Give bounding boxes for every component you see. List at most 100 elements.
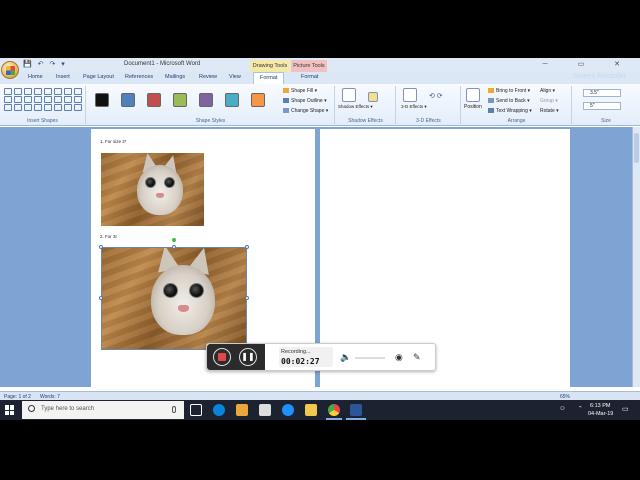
- shape-fill-button[interactable]: Shape Fill ▾: [283, 88, 317, 94]
- people-icon[interactable]: ⚇: [560, 406, 565, 412]
- bring-to-front-button[interactable]: Bring to Front ▾: [488, 88, 530, 94]
- tab-insert[interactable]: Insert: [56, 74, 70, 80]
- tab-page-layout[interactable]: Page Layout: [83, 74, 114, 80]
- page-count[interactable]: Page: 1 of 2: [4, 394, 31, 400]
- shadow-effects-icon[interactable]: [342, 88, 356, 102]
- tab-references[interactable]: References: [125, 74, 153, 80]
- office-logo-icon: [6, 66, 15, 75]
- stop-record-button[interactable]: [213, 348, 231, 366]
- shape-outline-button[interactable]: Shape Outline ▾: [283, 98, 327, 104]
- width-spinner[interactable]: 5": [583, 102, 621, 110]
- style-swatch-3[interactable]: [147, 93, 161, 107]
- tray-chevron-icon[interactable]: ⌃: [578, 406, 583, 412]
- size-group: 3.5" 5" Size: [573, 86, 639, 124]
- resize-handle-w[interactable]: [99, 296, 103, 300]
- edge-icon[interactable]: [213, 404, 225, 416]
- send-to-back-button[interactable]: Send to Back ▾: [488, 98, 530, 104]
- pause-record-button[interactable]: ❚❚: [239, 348, 257, 366]
- task-view-icon[interactable]: [190, 404, 202, 416]
- title-bar: 💾 ↶ ↷ ▾ Document1 - Microsoft Word Drawi…: [0, 58, 640, 72]
- quick-access-toolbar[interactable]: 💾 ↶ ↷ ▾: [23, 60, 67, 68]
- arrange-label: Arrange: [507, 118, 526, 124]
- style-swatch-6[interactable]: [225, 93, 239, 107]
- arrange-group: Position Bring to Front ▾ Send to Back ▾…: [462, 86, 572, 124]
- style-swatch-5[interactable]: [199, 93, 213, 107]
- change-shape-button[interactable]: Change Shape ▾: [283, 108, 328, 114]
- cat-image-small[interactable]: [101, 153, 204, 226]
- resize-handle-ne[interactable]: [245, 245, 249, 249]
- search-icon: [28, 405, 35, 412]
- three-d-effects-button[interactable]: 3-D Effects ▾: [401, 104, 427, 110]
- picture-tools-context: Picture Tools: [291, 60, 327, 72]
- tab-review[interactable]: Review: [199, 74, 217, 80]
- recorder-controls: ❚❚: [207, 344, 265, 370]
- resize-handle-nw[interactable]: [99, 245, 103, 249]
- word-count[interactable]: Words: 7: [40, 394, 60, 400]
- ribbon: Insert Shapes Shape Fill ▾ Shape Outline…: [0, 84, 640, 126]
- selection-frame: [101, 247, 247, 350]
- rotate-button[interactable]: Rotate ▾: [540, 108, 559, 114]
- volume-icon[interactable]: 🔈: [340, 352, 351, 363]
- microphone-icon[interactable]: [172, 406, 176, 413]
- style-swatch-1[interactable]: [95, 93, 109, 107]
- bring-front-icon: [488, 88, 494, 94]
- screen-recorder-widget: ❚❚ Recording... 00:02:27 🔈 ◉ ✎: [206, 343, 436, 371]
- tab-format-picture[interactable]: Format: [301, 74, 318, 80]
- office-button[interactable]: [1, 61, 19, 79]
- windows-taskbar: Type here to search ⚇ ⌃ 6:13 PM 04-Mar-1…: [0, 400, 640, 420]
- drawing-tools-context: Drawing Tools: [250, 60, 290, 72]
- align-button[interactable]: Align ▾: [540, 88, 555, 94]
- three-d-effects-icon[interactable]: [403, 88, 417, 102]
- tilt-arrows-icon[interactable]: ⟲ ⟳: [429, 92, 443, 100]
- three-d-effects-label: 3-D Effects: [416, 118, 441, 124]
- send-back-icon: [488, 98, 494, 104]
- notification-icon[interactable]: ▭: [622, 405, 629, 413]
- resize-handle-e[interactable]: [245, 296, 249, 300]
- zoom-level[interactable]: 65%: [560, 394, 570, 400]
- taskbar-search[interactable]: Type here to search: [22, 401, 184, 419]
- tab-format-drawing[interactable]: Format: [253, 72, 285, 84]
- style-swatch-7[interactable]: [251, 93, 265, 107]
- mail-icon[interactable]: [259, 404, 271, 416]
- style-swatch-2[interactable]: [121, 93, 135, 107]
- position-icon[interactable]: [466, 88, 480, 102]
- file-explorer-icon[interactable]: [305, 404, 317, 416]
- store-icon[interactable]: [236, 404, 248, 416]
- text-wrapping-button[interactable]: Text Wrapping ▾: [488, 108, 532, 114]
- pen-annotate-icon[interactable]: ✎: [413, 352, 421, 363]
- scroll-thumb[interactable]: [634, 133, 639, 163]
- three-d-effects-group: 3-D Effects ▾ ⟲ ⟳ 3-D Effects: [397, 86, 461, 124]
- style-swatch-4[interactable]: [173, 93, 187, 107]
- window-title: Document1 - Microsoft Word: [124, 61, 201, 67]
- shadow-effects-button[interactable]: Shadow Effects ▾: [338, 104, 373, 110]
- height-spinner[interactable]: 3.5": [583, 89, 621, 97]
- tab-view[interactable]: View: [229, 74, 241, 80]
- clock-time[interactable]: 6:13 PM: [590, 403, 610, 409]
- recorder-watermark: Screen Recorder: [573, 73, 626, 80]
- resize-handle-n[interactable]: [172, 245, 176, 249]
- chrome-icon[interactable]: [328, 404, 340, 416]
- recording-timer: 00:02:27: [281, 357, 320, 366]
- start-button[interactable]: [5, 405, 15, 415]
- position-button[interactable]: Position: [464, 104, 482, 110]
- clock-date[interactable]: 04-Mar-19: [588, 411, 613, 417]
- volume-slider[interactable]: [355, 357, 385, 359]
- group-button[interactable]: Group ▾: [540, 98, 558, 104]
- shadow-toggle-icon[interactable]: [368, 92, 378, 102]
- webcam-icon[interactable]: ◉: [395, 352, 403, 363]
- vertical-scrollbar[interactable]: [632, 127, 640, 387]
- tab-mailings[interactable]: Mailings: [165, 74, 185, 80]
- ie-icon[interactable]: [282, 404, 294, 416]
- rotation-handle[interactable]: [172, 238, 176, 242]
- shadow-effects-label: Shadow Effects: [348, 118, 383, 124]
- shape-styles-label: Shape Styles: [195, 118, 226, 124]
- word-icon[interactable]: [350, 404, 362, 416]
- shape-styles-group: Shape Fill ▾ Shape Outline ▾ Change Shap…: [87, 86, 335, 124]
- shapes-gallery[interactable]: [4, 88, 84, 111]
- tab-home[interactable]: Home: [28, 74, 43, 80]
- chrome-active-indicator: [326, 418, 342, 420]
- text-wrap-icon: [488, 108, 494, 114]
- ribbon-tabs: Home Insert Page Layout References Maili…: [0, 72, 640, 84]
- window-controls[interactable]: ─ ▭ ✕: [543, 60, 634, 68]
- pen-icon: [283, 98, 289, 104]
